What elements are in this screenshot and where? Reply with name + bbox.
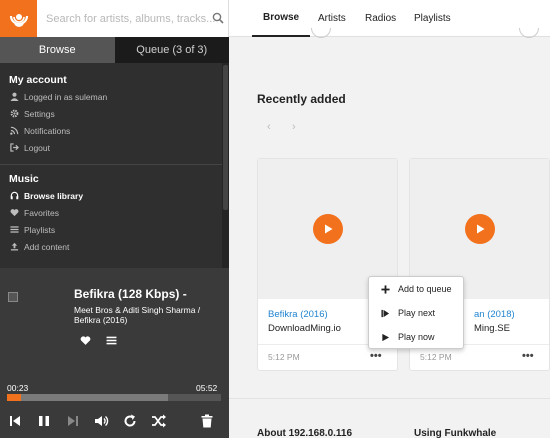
track-duration: 05:52 [196, 383, 218, 393]
user-icon [10, 92, 19, 101]
sidebar-item-label: Add content [24, 241, 70, 252]
more-options-icon[interactable]: ••• [370, 350, 382, 362]
funkwhale-logo-icon [9, 13, 28, 27]
tab-browse-main[interactable]: Browse [252, 0, 311, 37]
sidebar-scrollbar[interactable] [222, 63, 229, 268]
repeat-icon[interactable] [122, 413, 138, 429]
rss-icon [10, 126, 19, 135]
track-card-time: 5:12 PM [268, 352, 300, 362]
progress-buffer [7, 394, 168, 401]
play-button[interactable] [464, 214, 495, 244]
player-controls [0, 411, 229, 433]
heart-icon [10, 209, 19, 217]
footer-about-title: About 192.168.0.116 [257, 428, 353, 438]
menu-item-play-next[interactable]: Play next [369, 301, 463, 325]
plus-icon [381, 284, 390, 294]
headphones-icon [10, 191, 19, 200]
upload-icon [10, 242, 19, 251]
sidebar: Browse Queue (3 of 3) My account Logged … [0, 0, 229, 438]
track-artist[interactable]: Meet Bros & Aditi Singh Sharma / [74, 305, 200, 315]
tab-queue[interactable]: Queue (3 of 3) [114, 37, 229, 63]
context-menu: Add to queue Play next Play now [368, 276, 464, 349]
step-forward-icon [381, 309, 390, 317]
play-icon [382, 333, 390, 341]
gear-icon [10, 109, 19, 118]
play-button[interactable] [312, 214, 343, 244]
track-card-time: 5:12 PM [420, 352, 452, 362]
shuffle-icon[interactable] [151, 413, 167, 429]
play-icon [324, 224, 332, 234]
menu-item-play-now[interactable]: Play now [369, 325, 463, 349]
sidebar-tabs: Browse Queue (3 of 3) [0, 37, 229, 63]
carousel-prev-icon[interactable]: ‹ [267, 121, 271, 133]
main-content: Browse Artists Radios Playlists Recently… [229, 0, 550, 438]
sidebar-item-playlists[interactable]: Playlists [0, 221, 222, 238]
more-options-icon[interactable]: ••• [522, 350, 534, 362]
recently-added-title: Recently added [257, 92, 346, 106]
sidebar-item-settings[interactable]: Settings [0, 105, 222, 122]
pause-icon[interactable] [36, 413, 52, 429]
sidebar-item-logout[interactable]: Logout [0, 139, 222, 156]
track-card-title[interactable]: Befikra (2016) [268, 309, 328, 320]
sidebar-nav: My account Logged in as suleman Settings… [0, 63, 222, 268]
menu-item-label: Play now [398, 332, 435, 342]
footer-divider [229, 398, 550, 399]
track-card-artist[interactable]: Ming.SE [474, 323, 510, 334]
sidebar-item-add-content[interactable]: Add content [0, 238, 222, 255]
track-title[interactable]: Befikra (128 Kbps) - [74, 287, 187, 301]
sidebar-item-label: Favorites [24, 207, 59, 218]
current-time: 00:23 [7, 383, 29, 393]
volume-icon[interactable] [93, 413, 109, 429]
tab-playlists[interactable]: Playlists [414, 0, 451, 37]
footer-using-title: Using Funkwhale [414, 428, 497, 438]
top-menu: Browse Artists Radios Playlists [229, 0, 550, 37]
sidebar-item-label: Logout [24, 142, 50, 153]
carousel-next-icon[interactable]: › [292, 121, 296, 133]
next-track-icon[interactable] [65, 413, 81, 429]
list-icon [10, 226, 19, 233]
section-title-my-account: My account [9, 74, 67, 86]
sidebar-item-logged-in[interactable]: Logged in as suleman [0, 88, 222, 105]
sidebar-item-label: Settings [24, 108, 55, 119]
section-title-music: Music [9, 173, 39, 185]
track-album[interactable]: Befikra (2016) [74, 315, 127, 325]
play-icon [476, 224, 484, 234]
logout-icon [10, 143, 19, 152]
search-icon[interactable] [212, 12, 224, 24]
menu-item-add-to-queue[interactable]: Add to queue [369, 277, 463, 301]
add-to-playlist-icon[interactable] [106, 335, 117, 346]
tab-radios[interactable]: Radios [365, 0, 396, 37]
sidebar-item-browse-library[interactable]: Browse library [0, 187, 222, 204]
favorite-heart-icon[interactable] [80, 335, 91, 346]
tab-browse[interactable]: Browse [0, 37, 115, 63]
sidebar-divider [0, 164, 222, 165]
track-card-title[interactable]: an (2018) [474, 309, 515, 320]
search-input[interactable] [38, 0, 228, 37]
sidebar-item-label: Browse library [24, 190, 84, 201]
track-card-artist[interactable]: DownloadMing.io [268, 323, 341, 334]
sidebar-item-favorites[interactable]: Favorites [0, 204, 222, 221]
menu-item-label: Add to queue [398, 284, 452, 294]
sidebar-scroll-thumb[interactable] [223, 65, 228, 210]
player: Befikra (128 Kbps) - Meet Bros & Aditi S… [0, 268, 229, 438]
sidebar-topbar [0, 0, 229, 37]
sidebar-item-label: Playlists [24, 224, 56, 235]
trash-icon[interactable] [199, 413, 215, 429]
previous-track-icon[interactable] [7, 413, 23, 429]
sidebar-item-notifications[interactable]: Notifications [0, 122, 222, 139]
funkwhale-logo[interactable] [0, 0, 37, 37]
progress-bar[interactable] [7, 394, 221, 401]
menu-item-label: Play next [398, 308, 436, 318]
progress-fill [7, 394, 21, 401]
sidebar-item-label: Notifications [24, 125, 71, 136]
album-cover-image [8, 292, 18, 302]
sidebar-item-label: Logged in as suleman [24, 91, 108, 102]
